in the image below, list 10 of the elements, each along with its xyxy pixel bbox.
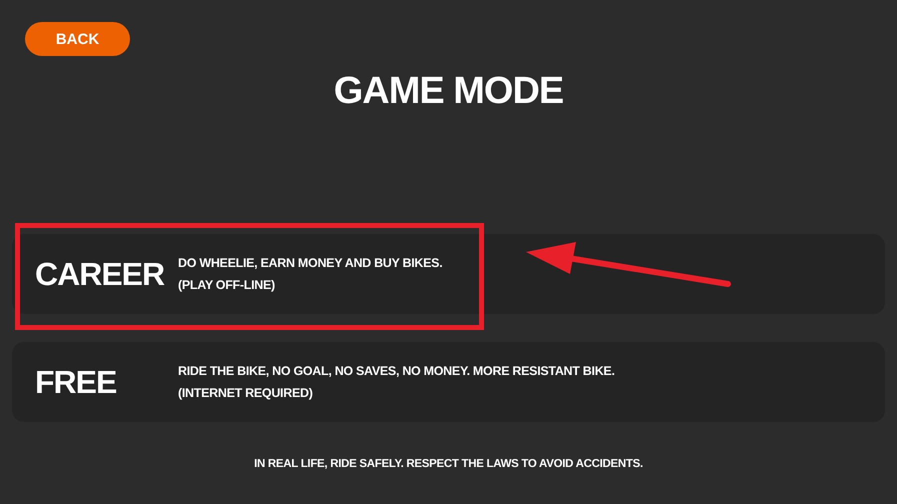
screen-title: GAME MODE (332, 69, 564, 114)
mode-card[interactable]: FREE RIDE THE BIKE, NO GOAL, NO SAVES, NO MONEY. MORE RESISTANT BIKE. (INTERNET REQUIRED) (12, 342, 885, 422)
safety-notice: IN REAL LIFE, RIDE SAFELY. RESPECT THE LAWS TO AVOID ACCIDENTS. (253, 458, 644, 470)
mode-name: FREE (35, 364, 118, 400)
mode-note: (INTERNET REQUIRED) (178, 385, 314, 402)
mode-name: CAREER (35, 256, 166, 292)
mode-description: DO WHEELIE, EARN MONEY AND BUY BIKES. (178, 255, 442, 272)
mode-note: (PLAY OFF-LINE) (178, 277, 276, 294)
mode-description: RIDE THE BIKE, NO GOAL, NO SAVES, NO MONEY. MORE RESISTANT BIKE. (178, 363, 615, 380)
mode-card[interactable]: CAREER DO WHEELIE, EARN MONEY AND BUY BIKES. (PLAY OFF-LINE) (12, 234, 885, 314)
